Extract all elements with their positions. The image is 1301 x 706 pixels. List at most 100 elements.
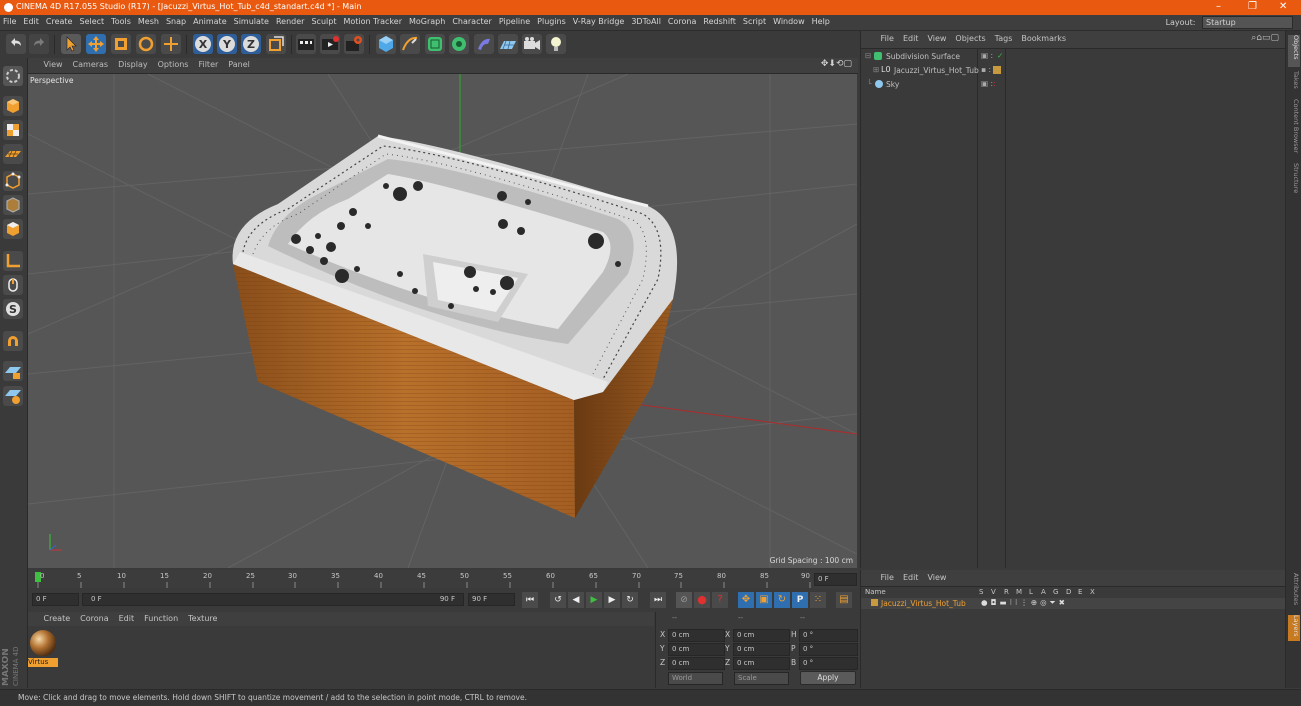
z-axis-lock-icon[interactable]: Z: [241, 34, 261, 54]
menu-sculpt[interactable]: Sculpt: [308, 15, 340, 26]
previous-key-icon[interactable]: ↺: [550, 592, 566, 608]
menu-snap[interactable]: Snap: [163, 15, 190, 26]
current-frame-field[interactable]: 0 F: [814, 573, 857, 586]
menu-corona[interactable]: Corona: [665, 15, 700, 26]
menu-motion-tracker[interactable]: Motion Tracker: [340, 15, 406, 26]
layer-menu-file[interactable]: File: [876, 570, 898, 582]
obj-menu-view[interactable]: View: [922, 31, 950, 43]
key-pla-icon[interactable]: ⁙: [810, 592, 826, 608]
play-icon[interactable]: ▶: [586, 592, 602, 608]
cube-primitive-icon[interactable]: [376, 34, 396, 54]
planar-workplane-icon[interactable]: [3, 386, 23, 406]
key-rotation-icon[interactable]: ↻: [774, 592, 790, 608]
autokey-icon[interactable]: ?: [712, 592, 728, 608]
mat-menu-corona[interactable]: Corona: [75, 612, 113, 623]
vp-menu-panel[interactable]: Panel: [223, 58, 255, 69]
redo-icon[interactable]: [29, 34, 49, 54]
mat-menu-function[interactable]: Function: [139, 612, 183, 623]
menu-tools[interactable]: Tools: [108, 15, 135, 26]
undo-icon[interactable]: [6, 34, 26, 54]
viewport-nav-icons[interactable]: ✥⬇⟲▢: [821, 59, 852, 69]
3d-viewport[interactable]: Perspective Grid Spacing : 100 cm: [28, 74, 857, 568]
rot-p-field[interactable]: 0 °: [799, 643, 858, 656]
tab-attributes[interactable]: Attributes: [1288, 573, 1300, 609]
make-editable-icon[interactable]: [3, 66, 23, 86]
mat-menu-edit[interactable]: Edit: [114, 612, 140, 623]
obj-menu-edit[interactable]: Edit: [898, 31, 923, 43]
tab-structure[interactable]: Structure: [1288, 163, 1300, 199]
pos-y-field[interactable]: 0 cm: [668, 643, 725, 656]
y-axis-lock-icon[interactable]: Y: [217, 34, 237, 54]
coord-scale-dropdown[interactable]: Scale: [734, 672, 789, 685]
render-picture-viewer-icon[interactable]: [320, 34, 340, 54]
tweak-mode-icon[interactable]: [3, 275, 23, 295]
rot-b-field[interactable]: 0 °: [799, 657, 858, 670]
rotate-tool-icon[interactable]: [136, 34, 156, 54]
render-settings-icon[interactable]: [344, 34, 364, 54]
vp-menu-view[interactable]: View: [39, 58, 68, 69]
pos-x-field[interactable]: 0 cm: [668, 629, 725, 642]
scale-tool-icon[interactable]: [111, 34, 131, 54]
key-parameter-icon[interactable]: P: [792, 592, 808, 608]
minimize-button[interactable]: –: [1216, 1, 1221, 12]
layer-flag-icons[interactable]: ●◘▬⁝⁝⋮⊕◎⏷✖: [981, 598, 1068, 608]
menu-redshift[interactable]: Redshift: [700, 15, 739, 26]
material-tag-icon[interactable]: [993, 66, 1001, 74]
apply-button[interactable]: Apply: [800, 671, 856, 685]
frame-range-slider[interactable]: 0 F 90 F: [82, 593, 464, 606]
menu-file[interactable]: File: [0, 15, 20, 26]
disabled-cross-icon[interactable]: :: [993, 79, 996, 88]
record-off-icon[interactable]: ⊘: [676, 592, 692, 608]
menu-edit[interactable]: Edit: [20, 15, 43, 26]
menu-3dtoall[interactable]: 3DToAll: [628, 15, 665, 26]
model-mode-icon[interactable]: [3, 96, 23, 116]
obj-menu-bookmarks[interactable]: Bookmarks: [1016, 31, 1070, 43]
snap-icon[interactable]: S: [3, 299, 23, 319]
menu-select[interactable]: Select: [76, 15, 108, 26]
vp-menu-options[interactable]: Options: [153, 58, 194, 69]
tab-content-browser[interactable]: Content Browser: [1288, 99, 1300, 159]
tab-objects[interactable]: Objects: [1288, 35, 1300, 67]
record-keyframe-icon[interactable]: ●: [694, 592, 710, 608]
size-y-field[interactable]: 0 cm: [733, 643, 790, 656]
layout-dropdown[interactable]: Startup: [1202, 16, 1293, 29]
menu-create[interactable]: Create: [43, 15, 77, 26]
move-tool-icon[interactable]: [86, 34, 106, 54]
coord-mode-dropdown[interactable]: World: [668, 672, 723, 685]
workplane-lock-icon[interactable]: [3, 361, 23, 381]
visibility-toggle-icon[interactable]: ▪ :: [981, 65, 991, 74]
close-button[interactable]: ✕: [1279, 1, 1287, 12]
pos-z-field[interactable]: 0 cm: [668, 657, 725, 670]
key-position-icon[interactable]: ✥: [738, 592, 754, 608]
layer-menu-view[interactable]: View: [922, 570, 950, 582]
size-x-field[interactable]: 0 cm: [733, 629, 790, 642]
cloner-icon[interactable]: [449, 34, 469, 54]
tab-takes[interactable]: Takes: [1288, 71, 1300, 95]
material-swatch[interactable]: Virtus: [28, 628, 58, 668]
menu-plugins[interactable]: Plugins: [534, 15, 570, 26]
visibility-toggle-icon[interactable]: ▣ :: [981, 79, 993, 88]
end-frame-field[interactable]: 90 F: [468, 593, 515, 606]
object-manager-search-icon[interactable]: ⌕⌂▭▢: [1251, 33, 1279, 43]
menu-vray-bridge[interactable]: V-Ray Bridge: [570, 15, 629, 26]
spline-pen-icon[interactable]: [400, 34, 420, 54]
floor-grid-icon[interactable]: [498, 34, 518, 54]
texture-mode-icon[interactable]: [3, 120, 23, 140]
object-row-sky[interactable]: └ Sky ▣ : :: [861, 79, 1285, 92]
object-row-subdivision[interactable]: ⊟ Subdivision Surface ▣ : ✓: [861, 51, 1285, 64]
axis-mode-icon[interactable]: [3, 251, 23, 271]
points-mode-icon[interactable]: [3, 171, 23, 191]
go-to-end-icon[interactable]: ⏭: [650, 592, 666, 608]
key-scale-icon[interactable]: ▣: [756, 592, 772, 608]
timeline-ruler[interactable]: 0 5 10 15 20 25 30 35 40 45 50 55 60 65 …: [28, 570, 858, 588]
restore-button[interactable]: ❐: [1248, 1, 1257, 12]
layer-row[interactable]: Jacuzzi_Virtus_Hot_Tub ●◘▬⁝⁝⋮⊕◎⏷✖: [861, 598, 1285, 609]
deformer-icon[interactable]: [474, 34, 494, 54]
obj-menu-objects[interactable]: Objects: [950, 31, 989, 43]
vp-menu-cameras[interactable]: Cameras: [68, 58, 114, 69]
timeline-window-icon[interactable]: ▤: [836, 592, 852, 608]
menu-render[interactable]: Render: [273, 15, 308, 26]
coordinate-system-icon[interactable]: [266, 34, 286, 54]
menu-character[interactable]: Character: [449, 15, 496, 26]
menu-help[interactable]: Help: [809, 15, 834, 26]
